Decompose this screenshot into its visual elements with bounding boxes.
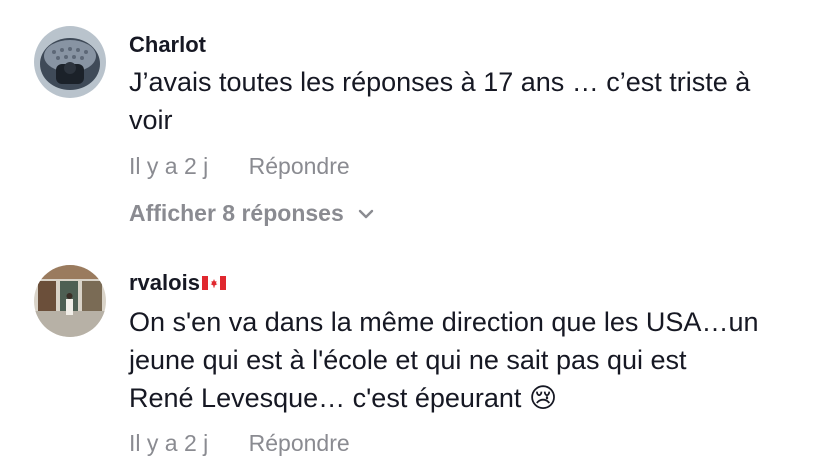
- comment-text: On s'en va dans la même direction que le…: [129, 303, 819, 417]
- view-replies-label: Afficher 8 réponses: [129, 200, 344, 226]
- view-replies-button[interactable]: Afficher 8 réponses: [129, 199, 374, 227]
- comment-text-segment: René Levesque… c'est épeurant: [129, 383, 522, 413]
- reply-button[interactable]: Répondre: [249, 430, 350, 456]
- username-text: rvalois: [129, 270, 200, 295]
- comment-meta: Il y a 2 j Répondre: [129, 152, 350, 180]
- comment-text-line: jeune qui est à l'école et qui ne sait p…: [129, 345, 687, 375]
- crying-face-emoji: 😢: [528, 383, 558, 413]
- canada-flag-icon: [201, 275, 226, 290]
- username[interactable]: Charlot: [129, 31, 206, 59]
- reply-button[interactable]: Répondre: [249, 153, 350, 179]
- comment-text-line: René Levesque… c'est épeurant 😢: [129, 379, 819, 417]
- avatar-charlot[interactable]: [34, 26, 106, 98]
- comment-meta: Il y a 2 j Répondre: [129, 429, 350, 457]
- chevron-down-icon: [358, 209, 374, 219]
- comment-text: J’avais toutes les réponses à 17 ans … c…: [129, 67, 751, 135]
- timestamp: Il y a 2 j: [129, 153, 209, 179]
- timestamp: Il y a 2 j: [129, 430, 209, 456]
- comment-text-line: On s'en va dans la même direction que le…: [129, 307, 759, 337]
- avatar-rvalois[interactable]: [34, 265, 106, 337]
- username[interactable]: rvalois: [129, 269, 226, 297]
